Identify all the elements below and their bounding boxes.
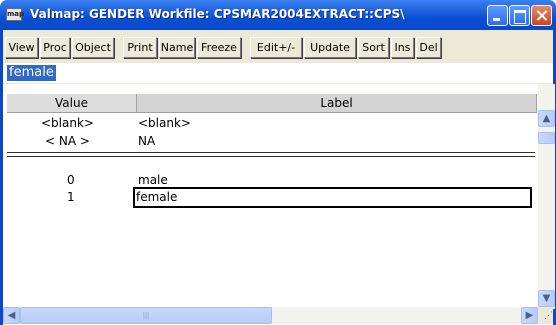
horizontal-scrollbar[interactable]: ◀ ||| ▶	[3, 307, 538, 324]
object-button[interactable]: Object	[72, 37, 114, 58]
del-button[interactable]: Del	[416, 37, 441, 58]
freeze-button[interactable]: Freeze	[197, 37, 241, 58]
vertical-scroll-thumb[interactable]	[538, 132, 555, 144]
column-header-label[interactable]: Label	[137, 94, 537, 113]
special-row-value[interactable]: < NA >	[45, 134, 90, 149]
sort-button[interactable]: Sort	[358, 37, 389, 58]
edit-toggle-button[interactable]: Edit+/-	[250, 37, 302, 58]
cell-edit-value[interactable]: female	[7, 65, 56, 81]
table-row-value[interactable]: 0	[67, 173, 75, 188]
table-row-value[interactable]: 1	[67, 190, 75, 205]
chevron-down-icon[interactable]: ▼	[538, 290, 555, 307]
column-header-value[interactable]: Value	[7, 94, 137, 113]
cell-edit-field[interactable]: female	[3, 63, 553, 83]
divider	[7, 156, 535, 157]
minimize-button[interactable]	[487, 5, 508, 26]
window-title: Valmap: GENDER Workfile: CPSMAR2004EXTRA…	[30, 7, 405, 21]
divider	[7, 152, 535, 153]
maximize-button[interactable]	[509, 5, 530, 26]
valmap-grid[interactable]: Value Label <blank> <blank> < NA > NA 0 …	[3, 84, 555, 325]
update-button[interactable]: Update	[304, 37, 356, 58]
ins-button[interactable]: Ins	[391, 37, 414, 58]
title-bar[interactable]: map Valmap: GENDER Workfile: CPSMAR2004E…	[0, 0, 556, 30]
resize-grip-icon[interactable]: ⋰	[538, 307, 553, 324]
app-icon: map	[6, 8, 24, 21]
proc-button[interactable]: Proc	[40, 37, 70, 58]
table-row-label[interactable]: male	[138, 173, 168, 188]
special-row-label[interactable]: <blank>	[138, 116, 191, 131]
view-button[interactable]: View	[5, 37, 38, 58]
chevron-right-icon[interactable]: ▶	[521, 307, 538, 324]
vertical-scrollbar[interactable]: ▲ ▼	[538, 84, 555, 309]
toolbar: View Proc Object Print Name Freeze Edit+…	[4, 34, 552, 60]
name-button[interactable]: Name	[159, 37, 195, 58]
close-button[interactable]	[531, 5, 552, 26]
chevron-up-icon[interactable]: ▲	[538, 110, 555, 127]
special-row-label[interactable]: NA	[138, 134, 155, 149]
special-row-value[interactable]: <blank>	[41, 116, 94, 131]
horizontal-scroll-thumb[interactable]: |||	[20, 307, 272, 324]
print-button[interactable]: Print	[123, 37, 157, 58]
chevron-left-icon[interactable]: ◀	[3, 307, 20, 324]
selected-cell-outline	[133, 187, 532, 208]
